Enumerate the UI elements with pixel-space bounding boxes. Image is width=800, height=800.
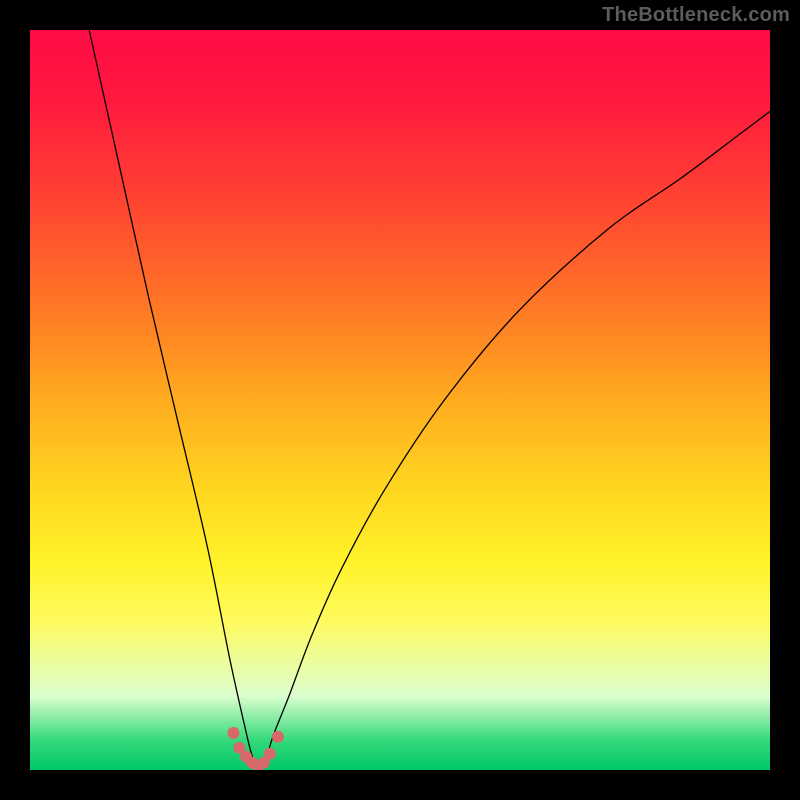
curve-marker <box>272 731 284 743</box>
plot-area <box>30 30 770 770</box>
bottleneck-curve <box>89 30 770 770</box>
curve-markers <box>228 727 284 770</box>
chart-stage: TheBottleneck.com <box>0 0 800 800</box>
curve-marker <box>228 727 240 739</box>
chart-svg <box>30 30 770 770</box>
curve-marker <box>264 748 276 760</box>
watermark-text: TheBottleneck.com <box>602 4 790 27</box>
